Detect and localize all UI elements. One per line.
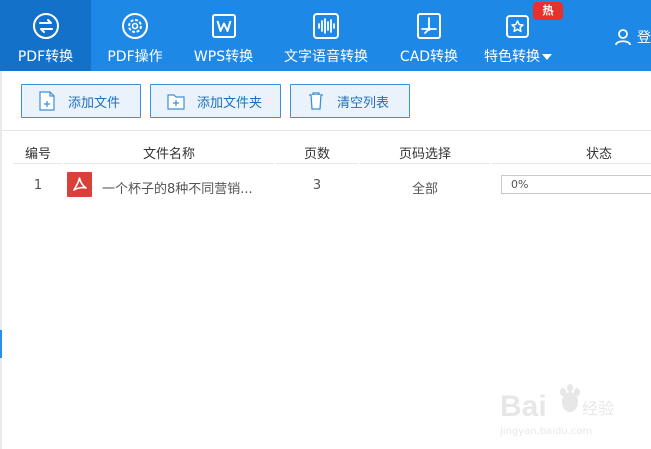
clear-list-label: 清空列表 xyxy=(337,95,390,111)
caret-down-icon xyxy=(542,54,552,60)
hot-badge: 热 xyxy=(533,2,563,20)
nav-pdf-operate[interactable]: PDF操作 xyxy=(91,0,179,71)
nav-label: PDF转换 xyxy=(17,49,74,65)
nav-cad-convert[interactable]: CAD转换 xyxy=(384,0,474,71)
column-header-status: 状态 xyxy=(585,147,612,162)
nav-wps-convert[interactable]: WPS转换 xyxy=(179,0,268,71)
top-nav-bar: PDF转换 PDF操作 WPS转换 文字语音转换 CAD转换 特色转换 热 登 xyxy=(0,0,651,71)
column-divider xyxy=(64,163,274,164)
row-page-selection[interactable]: 全部 xyxy=(360,178,490,197)
column-divider xyxy=(360,163,490,164)
row-status-progress-bar: 0% xyxy=(501,175,651,194)
add-folder-button[interactable]: 添加文件夹 xyxy=(150,84,281,118)
add-file-label: 添加文件 xyxy=(68,95,121,111)
trash-icon xyxy=(309,92,323,110)
word-document-icon xyxy=(211,14,236,38)
nav-label: 文字语音转换 xyxy=(284,49,368,65)
add-file-icon xyxy=(39,91,55,111)
nav-label: WPS转换 xyxy=(193,49,254,65)
watermark-brand: Bai xyxy=(500,390,547,423)
column-header-filename: 文件名称 xyxy=(142,147,195,162)
column-header-page-selection: 页码选择 xyxy=(398,147,451,162)
column-header-pages: 页数 xyxy=(303,147,330,162)
row-pages: 3 xyxy=(312,178,322,193)
user-icon xyxy=(615,29,631,46)
add-folder-icon xyxy=(167,94,185,110)
cad-drawing-icon xyxy=(417,13,441,39)
row-index: 1 xyxy=(33,178,43,193)
pdf-file-icon xyxy=(67,172,92,197)
add-folder-label: 添加文件夹 xyxy=(197,95,263,111)
nav-text-speech-convert[interactable]: 文字语音转换 xyxy=(268,0,384,71)
row-status-text: 0% xyxy=(511,178,529,191)
login-button[interactable]: 登 xyxy=(614,27,651,47)
baidu-watermark: Bai 经验 jingyan.baidu.com xyxy=(499,378,620,440)
paw-icon xyxy=(560,384,580,412)
nav-label-with-caret: 特色转换 xyxy=(484,46,552,66)
swap-arrows-icon xyxy=(32,13,59,39)
column-header-index: 编号 xyxy=(24,147,51,162)
nav-label: CAD转换 xyxy=(399,49,459,65)
left-panel-accent xyxy=(0,330,2,358)
gear-icon xyxy=(122,13,148,39)
login-label: 登 xyxy=(637,30,651,46)
column-divider xyxy=(13,163,62,164)
clear-list-button[interactable]: 清空列表 xyxy=(290,84,410,118)
watermark-site: jingyan.baidu.com xyxy=(500,426,592,437)
nav-label-text: 特色转换 xyxy=(484,49,540,65)
column-divider xyxy=(492,163,651,164)
audio-wave-icon xyxy=(313,13,339,39)
nav-pdf-convert[interactable]: PDF转换 xyxy=(0,0,91,71)
watermark-product: 经验 xyxy=(582,399,614,418)
star-box-icon xyxy=(506,15,529,38)
add-file-button[interactable]: 添加文件 xyxy=(21,84,141,118)
nav-label: PDF操作 xyxy=(107,49,163,65)
column-divider xyxy=(276,163,358,164)
row-filename: 一个杯子的8种不同营销... xyxy=(102,182,253,197)
